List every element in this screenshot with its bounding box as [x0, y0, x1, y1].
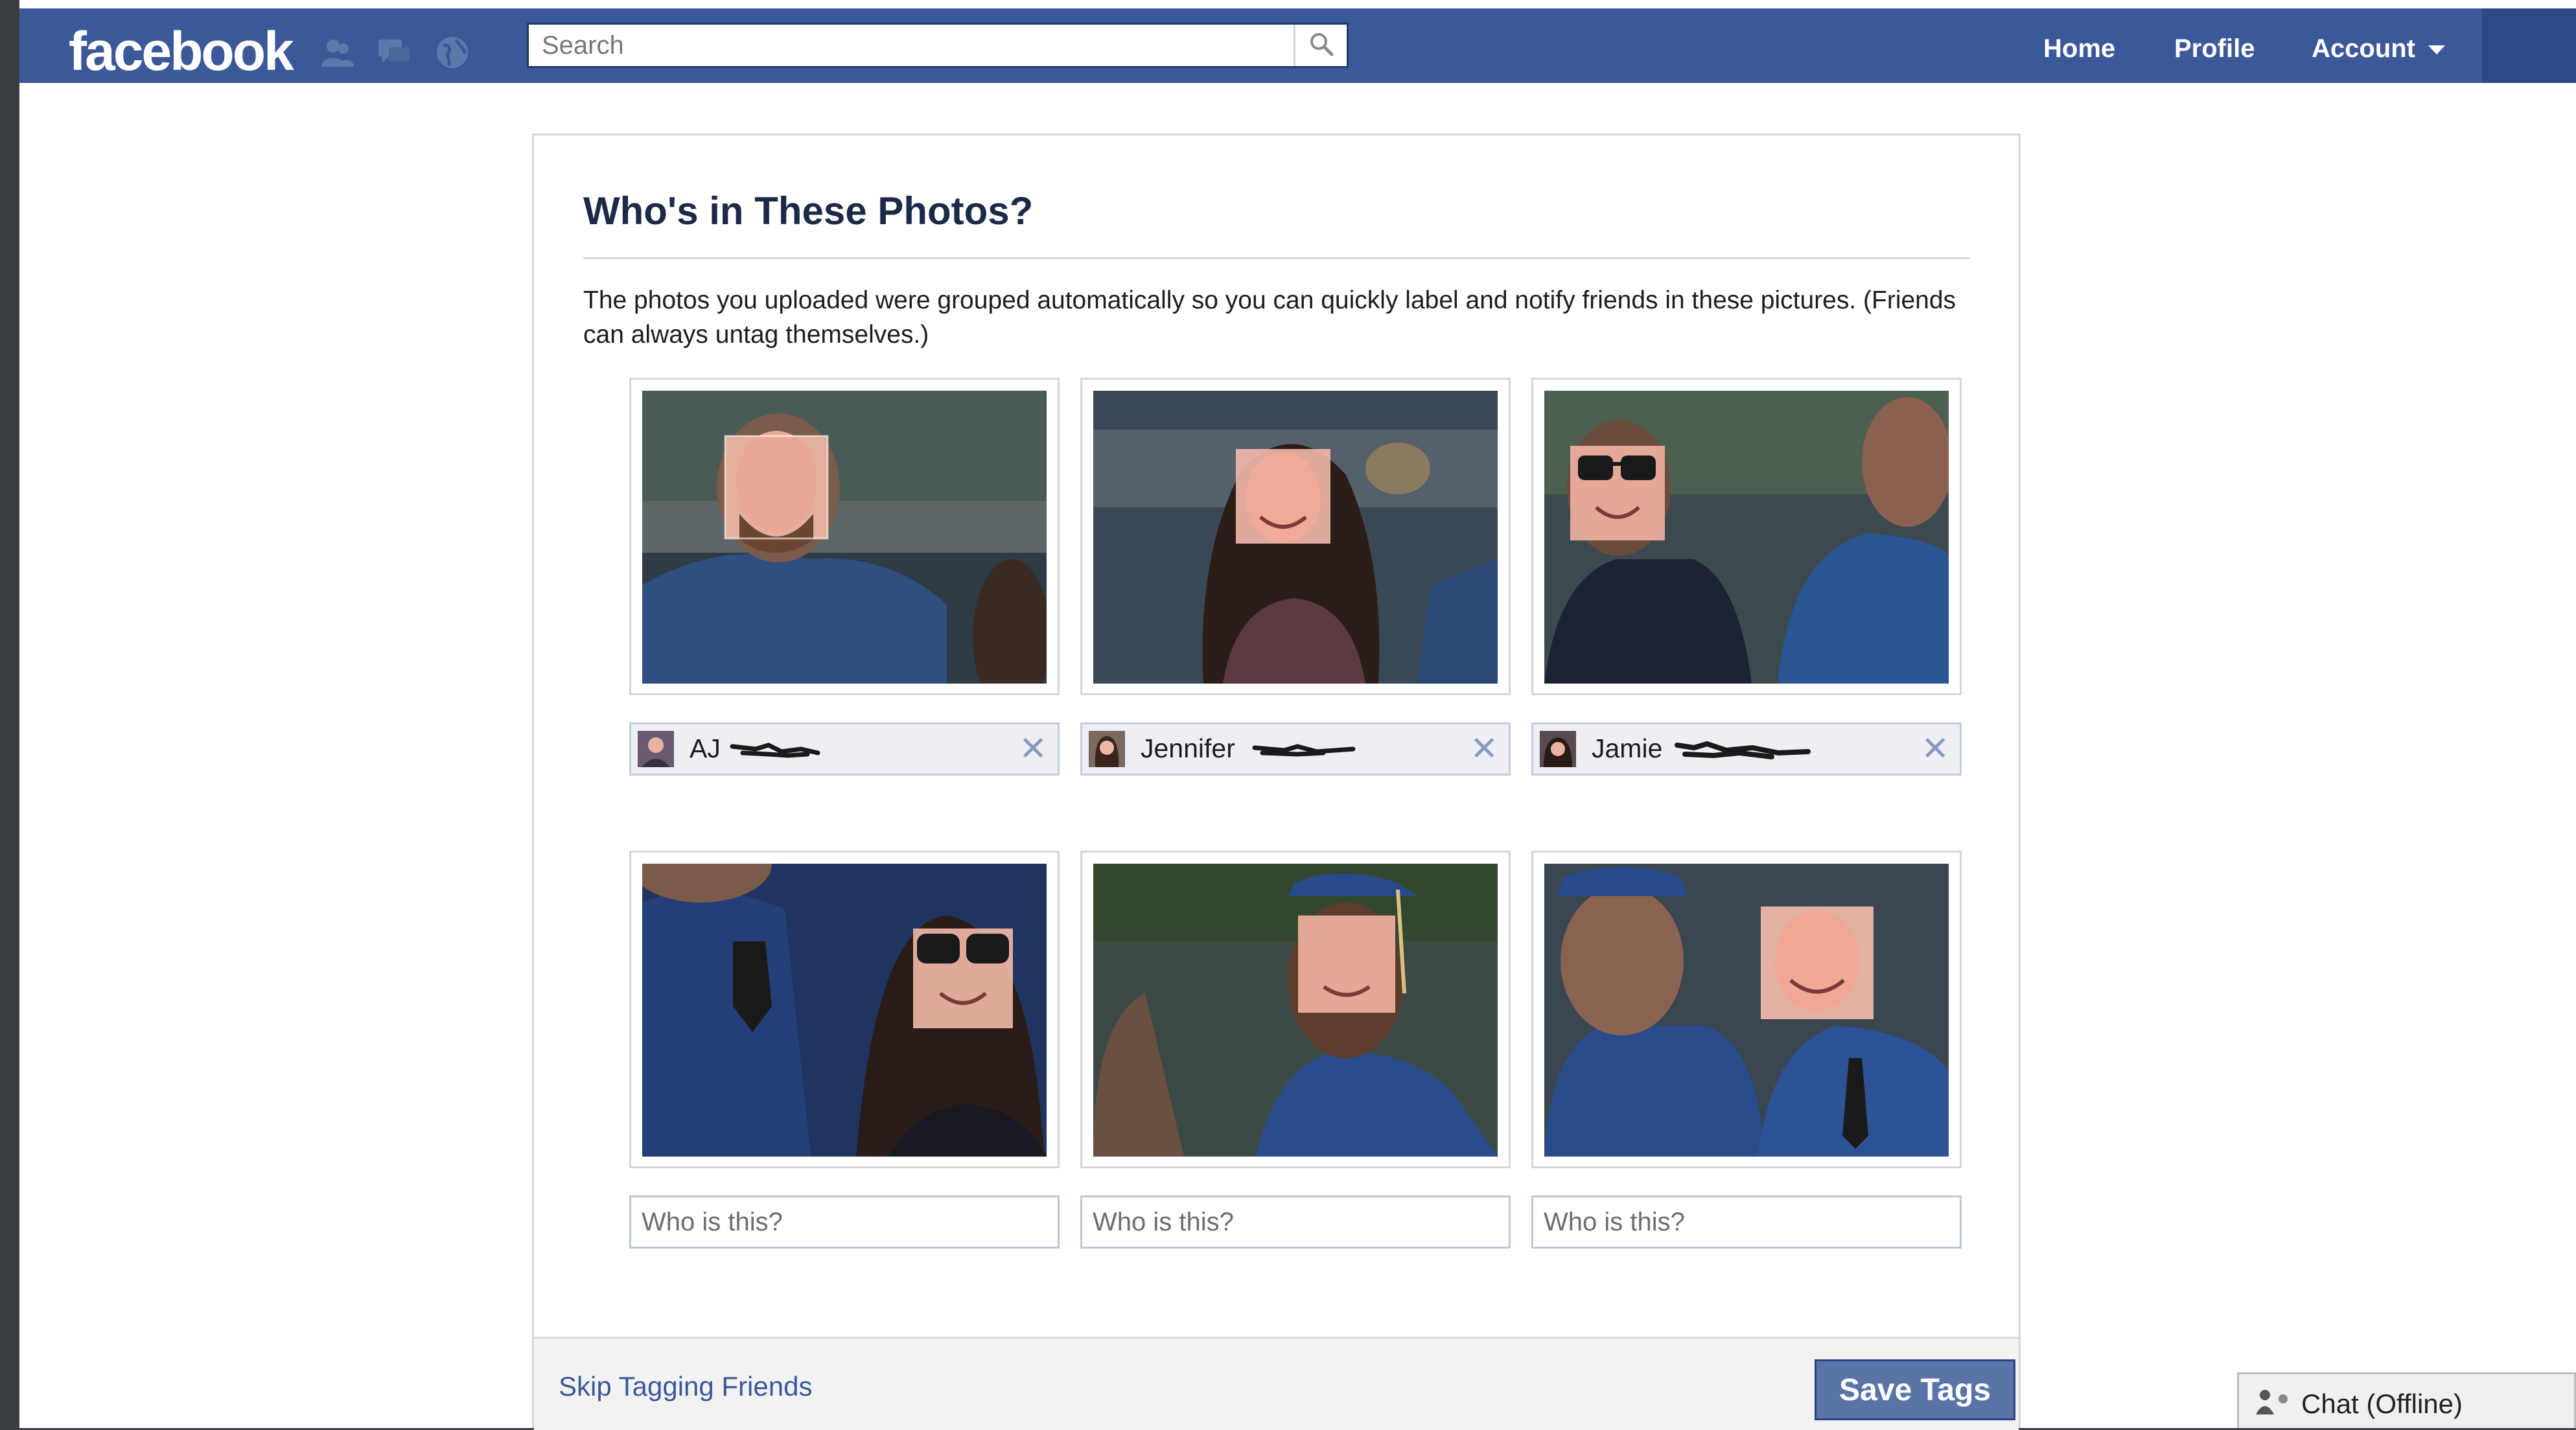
facebook-logo[interactable]: facebook — [69, 20, 294, 83]
search-input[interactable] — [529, 25, 1313, 66]
face-photo[interactable] — [642, 864, 1047, 1157]
nav-account-label: Account — [2312, 34, 2415, 63]
title-divider — [583, 257, 1970, 259]
dialog-description: The photos you uploaded were grouped aut… — [583, 286, 1956, 349]
tag-token[interactable]: AJ ✕ — [629, 722, 1060, 776]
nav-home-link[interactable]: Home — [2043, 34, 2115, 63]
tag-token[interactable]: Jamie ✕ — [1531, 722, 1962, 776]
friends-icon[interactable] — [319, 34, 355, 71]
redaction-scribble — [1675, 741, 1811, 759]
messages-icon[interactable] — [376, 34, 412, 71]
redaction-scribble — [1252, 744, 1356, 757]
close-icon[interactable]: ✕ — [1921, 731, 1949, 767]
face-photo-card — [629, 851, 1060, 1168]
tag-name: Jennifer — [1141, 733, 1235, 763]
search-icon — [1308, 31, 1334, 60]
chat-tab[interactable]: Chat (Offline) — [2237, 1372, 2576, 1428]
face-photo[interactable] — [1093, 391, 1498, 684]
page: facebook Home Profile Account Who's in T… — [19, 0, 2576, 1430]
tag-token[interactable]: Jennifer ✕ — [1080, 722, 1511, 776]
face-photo[interactable] — [1544, 391, 1949, 684]
avatar — [1540, 731, 1576, 767]
face-photo-card — [629, 378, 1060, 695]
face-photo[interactable] — [1544, 864, 1949, 1157]
face-photo-card — [1531, 378, 1962, 695]
chat-status-icon — [2255, 1389, 2293, 1418]
close-icon[interactable]: ✕ — [1470, 731, 1498, 767]
save-tags-button[interactable]: Save Tags — [1815, 1359, 2015, 1420]
face-photo[interactable] — [1093, 864, 1498, 1157]
dialog-title: Who's in These Photos? — [583, 189, 1034, 233]
who-is-this-input[interactable] — [1080, 1195, 1511, 1249]
avatar — [638, 731, 674, 767]
top-bar-edge — [2482, 8, 2576, 83]
tag-name: AJ — [690, 733, 721, 763]
skip-tagging-link[interactable]: Skip Tagging Friends — [559, 1371, 812, 1402]
nav-profile-link[interactable]: Profile — [2174, 34, 2255, 63]
face-photo-card — [1531, 851, 1962, 1168]
tag-name: Jamie — [1592, 733, 1663, 763]
top-bar: facebook Home Profile Account — [19, 8, 2576, 83]
nav-account-menu[interactable]: Account — [2312, 34, 2445, 63]
dialog-footer: Skip Tagging Friends Save Tags — [534, 1337, 2019, 1430]
redaction-scribble — [730, 743, 820, 758]
search-button[interactable] — [1294, 25, 1347, 66]
face-photo[interactable] — [642, 391, 1047, 684]
face-photo-card — [1080, 378, 1511, 695]
who-is-this-input[interactable] — [1531, 1195, 1962, 1249]
face-photo-card — [1080, 851, 1511, 1168]
who-is-this-input[interactable] — [629, 1195, 1060, 1249]
close-icon[interactable]: ✕ — [1019, 731, 1047, 767]
avatar — [1089, 731, 1125, 767]
search-box — [527, 23, 1349, 68]
tag-photos-dialog: Who's in These Photos? The photos you up… — [532, 133, 2021, 1430]
chevron-down-icon — [2428, 45, 2445, 55]
notifications-icon[interactable] — [434, 34, 470, 71]
chat-label: Chat (Offline) — [2301, 1389, 2463, 1419]
